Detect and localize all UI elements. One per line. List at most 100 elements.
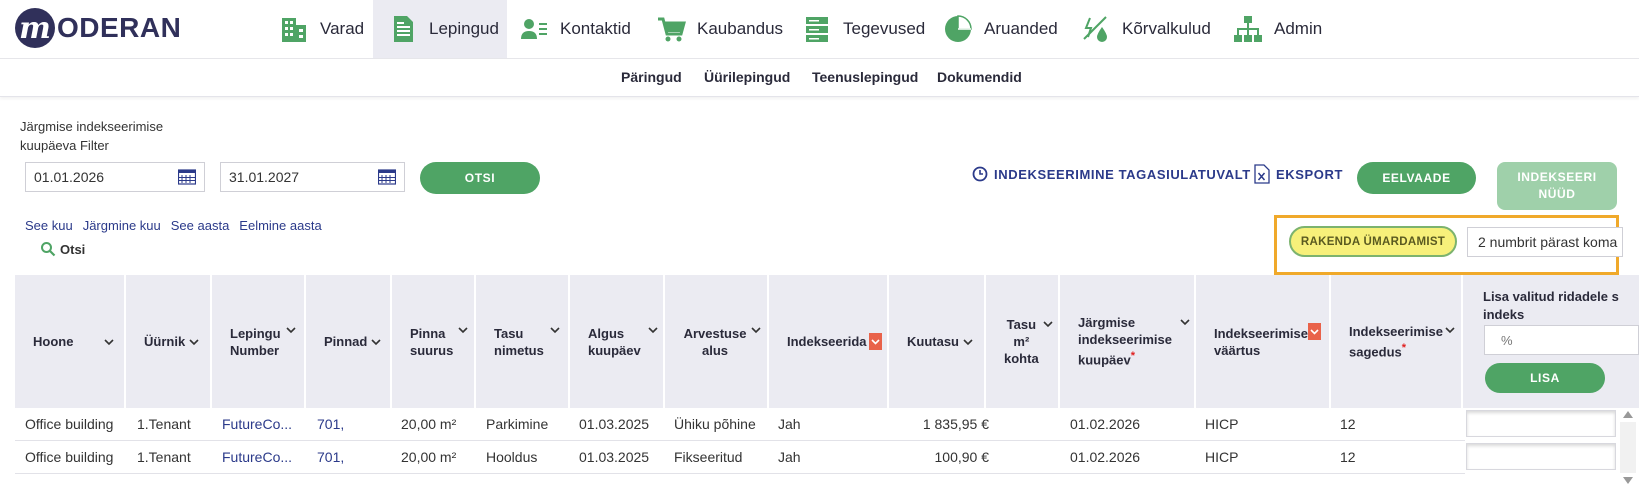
calendar-icon[interactable] xyxy=(377,169,397,185)
preview-button[interactable]: EELVAADE xyxy=(1357,162,1476,194)
top-navigation: m ODERAN Varad Lepingud Kontaktid Kauban… xyxy=(0,0,1639,59)
header-tenant[interactable]: Üürnik xyxy=(126,275,212,408)
scroll-up-icon[interactable] xyxy=(1623,411,1633,418)
sort-active-icon[interactable] xyxy=(868,333,882,350)
header-label: Arvestuse alus xyxy=(683,325,747,358)
search-link[interactable]: Otsi xyxy=(40,241,85,257)
row-index-input[interactable] xyxy=(1466,410,1616,437)
nav-item-lepingud[interactable]: Lepingud xyxy=(373,0,507,58)
header-label: Järgmise indekseerimise kuupäev* xyxy=(1078,315,1172,368)
cell-calc-basis: Ühiku põhine xyxy=(674,416,756,432)
chevron-down-icon xyxy=(1180,319,1190,326)
header-next-index-date[interactable]: Järgmise indekseerimise kuupäev* xyxy=(1060,275,1196,408)
link-next-month[interactable]: Järgmine kuu xyxy=(83,218,161,233)
search-button[interactable]: OTSI xyxy=(420,162,540,194)
chevron-down-icon xyxy=(1445,327,1455,334)
document-icon xyxy=(387,13,419,45)
nav-item-kaubandus[interactable]: Kaubandus xyxy=(655,0,790,58)
cell-calc-basis: Fikseeritud xyxy=(674,449,743,465)
header-fee-per-m2[interactable]: Tasu m² kohta xyxy=(986,275,1060,408)
link-last-year[interactable]: Eelmine aasta xyxy=(239,218,321,233)
cell-start-date: 01.03.2025 xyxy=(579,416,650,432)
header-areas[interactable]: Pinnad xyxy=(306,275,392,408)
nav-item-kontaktid[interactable]: Kontaktid xyxy=(518,0,643,58)
export-button[interactable]: EKSPORT xyxy=(1254,164,1343,184)
subnav-item-paringud[interactable]: Päringud xyxy=(621,69,682,85)
header-building[interactable]: Hoone xyxy=(15,275,126,408)
subnav-item-uurilepingud[interactable]: Üürilepingud xyxy=(704,69,790,85)
rounding-select[interactable]: 2 numbrit pärast koma xyxy=(1467,227,1623,257)
nav-item-varad[interactable]: Varad xyxy=(272,0,372,58)
sub-navigation: Päringud Üürilepingud Teenuslepingud Dok… xyxy=(0,59,1639,97)
nav-label: Kontaktid xyxy=(560,19,631,38)
scroll-down-icon[interactable] xyxy=(1623,477,1633,484)
nav-label: Aruanded xyxy=(984,19,1058,38)
cell-area-size: 20,00 m² xyxy=(401,416,457,432)
header-index-frequency[interactable]: Indekseerimise sagedus* xyxy=(1331,275,1463,408)
org-chart-icon xyxy=(1232,13,1264,45)
logo-text: ODERAN xyxy=(57,12,182,43)
cell-index-value: HICP xyxy=(1205,449,1239,465)
date-from-input[interactable]: 01.01.2026 xyxy=(25,162,205,192)
nav-item-tegevused[interactable]: Tegevused xyxy=(801,0,936,58)
header-calc-basis[interactable]: Arvestuse alus xyxy=(665,275,769,408)
subnav-item-dokumendid[interactable]: Dokumendid xyxy=(937,69,1022,85)
header-monthly-fee[interactable]: Kuutasu xyxy=(889,275,986,408)
cell-tenant: 1.Tenant xyxy=(137,449,191,465)
calendar-icon[interactable] xyxy=(177,169,197,185)
building-icon xyxy=(278,13,310,45)
header-label: Tasu m² kohta xyxy=(1004,316,1039,367)
subnav-item-teenuslepingud[interactable]: Teenuslepingud xyxy=(812,69,918,85)
index-now-button[interactable]: INDEKSEERI NÜÜD xyxy=(1497,162,1617,210)
header-label: Algus kuupäev xyxy=(588,325,641,358)
apply-rounding-button[interactable]: RAKENDA ÜMARDAMIST xyxy=(1289,226,1457,257)
header-area-size[interactable]: Pinna suurus xyxy=(392,275,476,408)
bulk-index-add-button[interactable]: LISA xyxy=(1485,363,1605,393)
header-contract-number[interactable]: Lepingu Number xyxy=(212,275,306,408)
excel-file-icon xyxy=(1254,164,1270,184)
cell-monthly-fee: 1 835,95 € xyxy=(922,416,989,432)
nav-label: Kaubandus xyxy=(697,19,784,38)
chevron-down-icon xyxy=(648,327,658,334)
cell-areas-link[interactable]: 701, xyxy=(317,416,344,432)
cell-fee-name: Hooldus xyxy=(486,449,538,465)
header-label: Hoone xyxy=(33,334,74,349)
cell-contract-link[interactable]: FutureCo... xyxy=(222,416,292,432)
table-row[interactable]: Office building 1.Tenant FutureCo... 701… xyxy=(15,441,1465,474)
scrollbar-track[interactable] xyxy=(1620,422,1636,473)
header-label-line: Tasu xyxy=(1006,317,1037,332)
nav-item-admin[interactable]: Admin xyxy=(1232,0,1332,58)
nav-item-korvalkulud[interactable]: Kõrvalkulud xyxy=(1080,0,1230,58)
date-to-input[interactable]: 31.01.2027 xyxy=(220,162,405,192)
cell-areas-link[interactable]: 701, xyxy=(317,449,344,465)
header-label: Lepingu Number xyxy=(230,325,281,358)
header-start-date[interactable]: Algus kuupäev xyxy=(570,275,665,408)
header-label: Pinna suurus xyxy=(410,325,454,358)
header-indexable[interactable]: Indekseerida xyxy=(769,275,889,408)
sort-active-icon[interactable] xyxy=(1308,323,1321,340)
search-link-label: Otsi xyxy=(60,241,86,257)
pie-chart-icon xyxy=(942,13,974,45)
moderan-logo[interactable]: m ODERAN xyxy=(15,8,181,48)
header-label-line: m² xyxy=(1013,334,1030,349)
bulk-index-percent-input[interactable]: % xyxy=(1484,325,1639,355)
server-stack-icon xyxy=(801,13,833,45)
header-label: Tasu nimetus xyxy=(494,325,544,358)
nav-item-aruanded[interactable]: Aruanded xyxy=(942,0,1072,58)
cell-index-value: HICP xyxy=(1205,416,1239,432)
link-this-year[interactable]: See aasta xyxy=(171,218,230,233)
cell-fee-name: Parkimine xyxy=(486,416,549,432)
cell-contract-link[interactable]: FutureCo... xyxy=(222,449,292,465)
row-index-input[interactable] xyxy=(1466,443,1616,470)
chevron-down-icon xyxy=(1043,321,1053,328)
cell-indexable: Jah xyxy=(778,449,801,465)
logo-mark: m xyxy=(15,8,55,48)
header-label: Indekseerimise väärtus xyxy=(1214,325,1308,358)
link-this-month[interactable]: See kuu xyxy=(25,218,73,233)
date-to-value: 31.01.2027 xyxy=(229,169,300,185)
header-fee-name[interactable]: Tasu nimetus xyxy=(476,275,570,408)
table-row[interactable]: Office building 1.Tenant FutureCo... 701… xyxy=(15,408,1465,441)
header-index-value[interactable]: Indekseerimise väärtus xyxy=(1196,275,1331,408)
retroactive-index-button[interactable]: INDEKSEERIMINE TAGASIULATUVALT xyxy=(972,166,1251,182)
cell-next-index-date: 01.02.2026 xyxy=(1070,416,1141,432)
